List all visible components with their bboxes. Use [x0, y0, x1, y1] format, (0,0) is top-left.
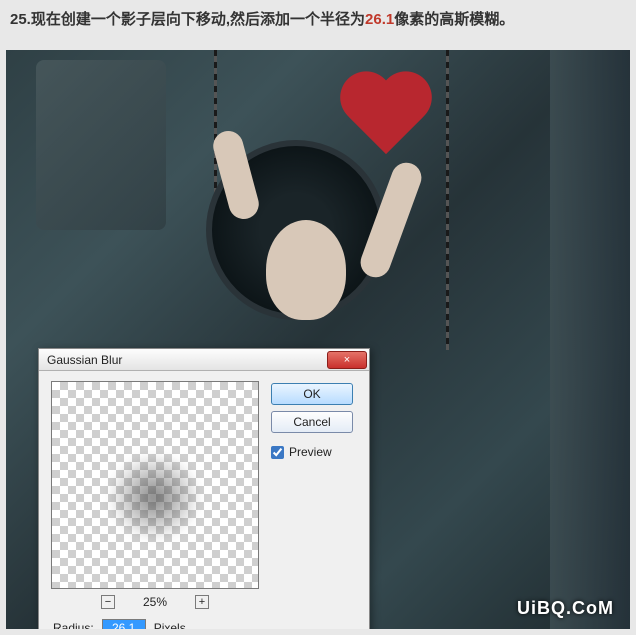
minus-icon: −: [105, 597, 111, 608]
instruction-prefix: 现在创建一个影子层向下移动,然后添加一个半径为: [31, 11, 365, 28]
radius-unit: Pixels: [154, 621, 186, 629]
gaussian-blur-dialog: Gaussian Blur × − 25% +: [38, 348, 370, 629]
dialog-title: Gaussian Blur: [47, 353, 327, 367]
zoom-controls: − 25% +: [101, 595, 209, 609]
radius-input[interactable]: [102, 619, 146, 629]
blur-preview-shape: [107, 452, 202, 542]
preview-checkbox-row[interactable]: Preview: [271, 445, 353, 459]
heart-shape: [336, 74, 436, 164]
figure-face: [266, 220, 346, 320]
instruction-suffix: 像素的高斯模糊。: [394, 11, 514, 28]
close-icon: ×: [344, 354, 350, 366]
instruction-radius: 26.1: [365, 11, 394, 28]
step-number: 25.: [10, 11, 31, 28]
dialog-body: − 25% + OK Cancel Preview: [39, 371, 369, 615]
chain-decoration: [446, 50, 449, 350]
radius-label: Radius:: [53, 621, 94, 629]
zoom-out-button[interactable]: −: [101, 595, 115, 609]
watermark: UiBQ.CoM: [517, 598, 614, 619]
canvas-preview: Gaussian Blur × − 25% +: [6, 50, 630, 629]
plus-icon: +: [199, 597, 205, 608]
dialog-titlebar[interactable]: Gaussian Blur ×: [39, 349, 369, 371]
instruction-text: 25.现在创建一个影子层向下移动,然后添加一个半径为26.1像素的高斯模糊。: [0, 0, 636, 37]
cancel-button[interactable]: Cancel: [271, 411, 353, 433]
close-button[interactable]: ×: [327, 351, 367, 369]
stone-pillar-right: [550, 50, 630, 629]
controls-column: OK Cancel Preview: [271, 381, 353, 609]
preview-column: − 25% +: [51, 381, 259, 609]
preview-checkbox[interactable]: [271, 446, 284, 459]
preview-label: Preview: [289, 445, 332, 459]
ok-button[interactable]: OK: [271, 383, 353, 405]
stone-relief-left: [36, 60, 166, 230]
radius-row: Radius: Pixels: [39, 615, 369, 629]
preview-thumbnail[interactable]: [51, 381, 259, 589]
zoom-level: 25%: [143, 595, 167, 609]
zoom-in-button[interactable]: +: [195, 595, 209, 609]
